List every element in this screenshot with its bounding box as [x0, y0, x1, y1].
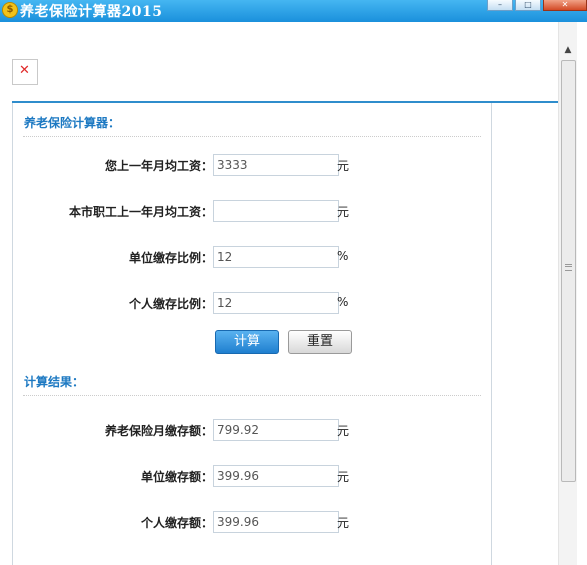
personal-amount-output[interactable]: [213, 511, 339, 533]
results-divider: [23, 395, 481, 396]
personal-amount-row: 个人缴存额： 元: [13, 511, 491, 533]
city-avg-salary-input[interactable]: [213, 200, 339, 222]
calculator-section-title: 养老保险计算器：: [24, 116, 121, 130]
minimize-icon[interactable]: –: [487, 0, 513, 11]
employer-amount-row: 单位缴存额： 元: [13, 465, 491, 487]
maximize-icon[interactable]: □: [515, 0, 541, 11]
monthly-total-row: 养老保险月缴存额： 元: [13, 419, 491, 441]
personal-amount-unit: 元: [337, 516, 350, 530]
avg-salary-label: 您上一年月均工资：: [104, 159, 213, 173]
results-section-title: 计算结果：: [24, 375, 85, 389]
employer-ratio-input[interactable]: [213, 246, 339, 268]
monthly-total-unit: 元: [337, 424, 350, 438]
personal-ratio-row: 个人缴存比例： %: [13, 292, 491, 314]
scrollbar-thumb[interactable]: [561, 60, 576, 482]
scrollbar-grip-icon: [565, 264, 572, 271]
personal-ratio-unit: %: [337, 295, 349, 309]
employer-amount-output[interactable]: [213, 465, 339, 487]
city-avg-salary-unit: 元: [337, 205, 350, 219]
employer-amount-unit: 元: [337, 470, 350, 484]
avg-salary-input[interactable]: [213, 154, 339, 176]
calculate-button[interactable]: 计算: [215, 330, 279, 354]
city-avg-salary-row: 本市职工上一年月均工资： 元: [13, 200, 491, 222]
avg-salary-row: 您上一年月均工资： 元: [13, 154, 491, 176]
reset-button[interactable]: 重置: [288, 330, 352, 354]
employer-ratio-unit: %: [337, 249, 349, 263]
city-avg-salary-label: 本市职工上一年月均工资：: [68, 205, 213, 219]
vertical-scrollbar[interactable]: ▲: [558, 22, 577, 565]
personal-amount-label: 个人缴存额：: [140, 516, 213, 530]
window-title: 养老保险计算器2015: [20, 4, 163, 20]
close-icon[interactable]: ✕: [543, 0, 587, 11]
section-divider: [23, 136, 481, 137]
monthly-total-output[interactable]: [213, 419, 339, 441]
monthly-total-label: 养老保险月缴存额：: [104, 424, 213, 438]
avg-salary-unit: 元: [337, 159, 350, 173]
broken-image-icon: ✕: [12, 59, 38, 85]
employer-ratio-label: 单位缴存比例：: [128, 251, 213, 265]
window-controls: – □ ✕: [485, 0, 587, 11]
personal-ratio-input[interactable]: [213, 292, 339, 314]
scroll-up-icon[interactable]: ▲: [559, 42, 577, 58]
employer-ratio-row: 单位缴存比例： %: [13, 246, 491, 268]
employer-amount-label: 单位缴存额：: [140, 470, 213, 484]
title-bar[interactable]: $ 养老保险计算器2015 – □ ✕: [0, 0, 587, 22]
dollar-coin-icon: $: [2, 2, 18, 18]
personal-ratio-label: 个人缴存比例：: [128, 297, 213, 311]
calculator-panel: 养老保险计算器： 您上一年月均工资： 元 本市职工上一年月均工资： 元 单位缴存…: [12, 103, 492, 565]
